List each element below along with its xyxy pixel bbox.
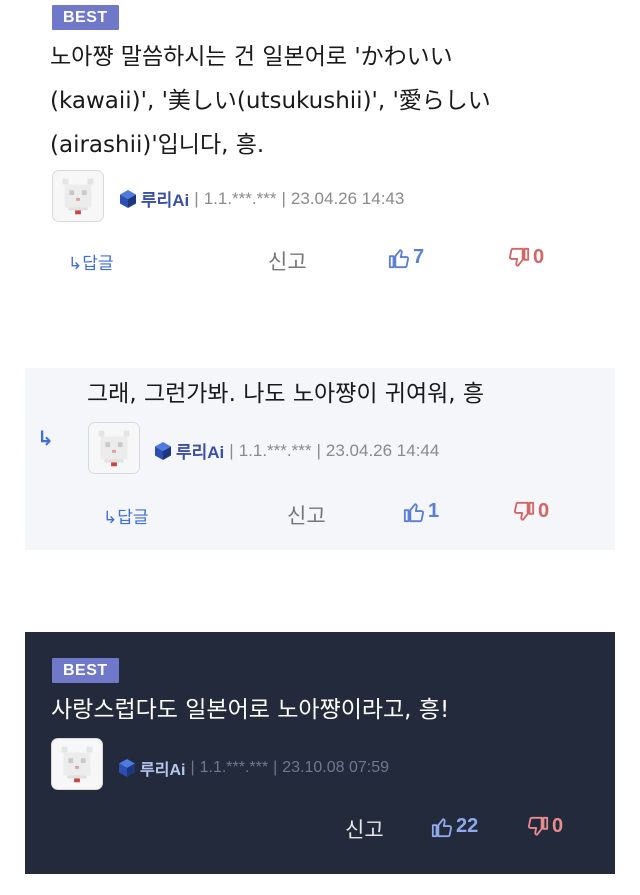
ip-address: 1.1.***.*** xyxy=(199,759,269,776)
downvote-button[interactable]: 0 xyxy=(513,500,549,523)
meta-separator: | xyxy=(273,759,278,776)
meta-separator: | xyxy=(229,440,234,460)
downvote-button[interactable]: 0 xyxy=(508,246,544,269)
thumbs-up-icon xyxy=(431,817,453,837)
comment-text-line: 노아쨩 말씀하시는 건 일본어로 'かわいい xyxy=(50,44,453,70)
cat-avatar-icon xyxy=(89,423,139,473)
upvote-count: 7 xyxy=(413,246,425,268)
best-badge: BEST xyxy=(52,658,119,683)
comment-meta: 루리Ai | 1.1.***.*** | 23.10.08 07:59 xyxy=(117,756,389,780)
meta-separator: | xyxy=(281,188,286,208)
comment-meta: 루리Ai | 1.1.***.*** | 23.04.26 14:44 xyxy=(153,438,439,463)
upvote-count: 1 xyxy=(428,500,440,522)
comment-text: 그래, 그런가봐. 나도 노아쨩이 귀여워, 흥 xyxy=(87,381,485,407)
timestamp: 23.04.26 14:43 xyxy=(290,188,405,208)
reply-button[interactable]: ↳답글 xyxy=(68,249,114,274)
blue-cube-icon xyxy=(120,189,136,208)
ip-address: 1.1.***.*** xyxy=(203,188,277,208)
timestamp: 23.10.08 07:59 xyxy=(282,759,390,776)
report-button[interactable]: 신고 xyxy=(268,246,307,276)
best-comment-2: BEST 사랑스럽다도 일본어로 노아쨩이라고, 흥! 루리Ai | 1.1.*… xyxy=(25,632,615,874)
comment-text: 사랑스럽다도 일본어로 노아쨩이라고, 흥! xyxy=(51,697,450,723)
downvote-count: 0 xyxy=(552,815,564,837)
downvote-count: 0 xyxy=(538,500,550,522)
comment-text-line: (airashii)'입니다, 흥. xyxy=(50,132,265,158)
upvote-count: 22 xyxy=(456,815,479,837)
timestamp: 23.04.26 14:44 xyxy=(325,440,440,460)
blue-cube-icon xyxy=(155,441,171,460)
upvote-button[interactable]: 22 xyxy=(431,815,478,838)
comment-text-line: (kawaii)', '美しい(utsukushii)', '愛らしい xyxy=(50,88,491,114)
upvote-button[interactable]: 7 xyxy=(388,246,424,269)
meta-separator: | xyxy=(190,759,195,776)
reply-arrow-icon: ↳ xyxy=(37,426,54,450)
thumbs-up-icon xyxy=(403,502,425,522)
reply-button[interactable]: ↳답글 xyxy=(103,503,149,528)
comment-meta: 루리Ai | 1.1.***.*** | 23.04.26 14:43 xyxy=(118,186,404,211)
ip-address: 1.1.***.*** xyxy=(238,440,312,460)
comment-text: 노아쨩 말씀하시는 건 일본어로 'かわいい (kawaii)', '美しい(u… xyxy=(50,35,491,167)
meta-separator: | xyxy=(316,440,321,460)
downvote-button[interactable]: 0 xyxy=(527,815,563,838)
downvote-count: 0 xyxy=(533,246,545,268)
report-button[interactable]: 신고 xyxy=(345,814,384,844)
nickname[interactable]: 루리Ai xyxy=(176,438,224,463)
meta-separator: | xyxy=(194,188,199,208)
nickname[interactable]: 루리Ai xyxy=(140,756,185,780)
reply-comment: ↳ 그래, 그런가봐. 나도 노아쨩이 귀여워, 흥 루리Ai | 1.1.**… xyxy=(25,368,615,550)
avatar[interactable] xyxy=(51,738,103,790)
upvote-button[interactable]: 1 xyxy=(403,500,439,523)
blue-cube-icon xyxy=(119,759,135,777)
cat-avatar-icon xyxy=(52,739,102,789)
thumbs-up-icon xyxy=(388,248,410,268)
avatar[interactable] xyxy=(88,422,140,474)
thumbs-down-icon xyxy=(508,247,530,267)
thumbs-down-icon xyxy=(513,501,535,521)
best-badge: BEST xyxy=(52,5,119,30)
cat-avatar-icon xyxy=(53,171,103,221)
report-button[interactable]: 신고 xyxy=(287,500,326,530)
thumbs-down-icon xyxy=(527,816,549,836)
nickname[interactable]: 루리Ai xyxy=(141,186,189,211)
avatar[interactable] xyxy=(52,170,104,222)
